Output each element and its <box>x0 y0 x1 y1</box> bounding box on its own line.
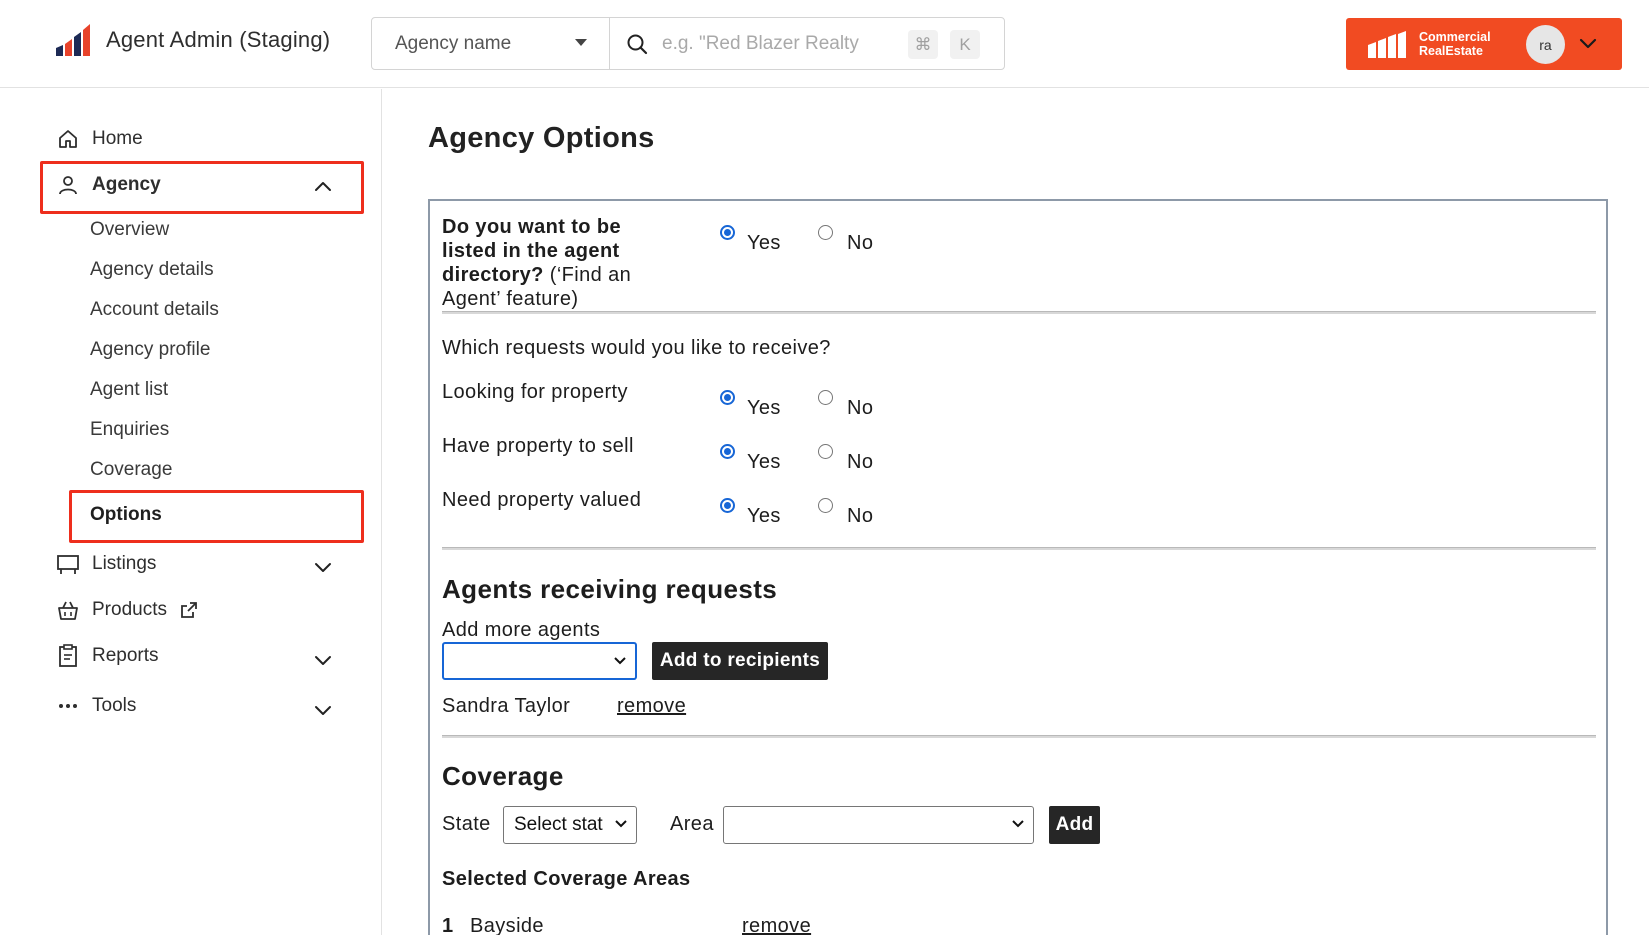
request-label-valued: Need property valued <box>442 489 642 511</box>
options-form-panel: Do you want to be listed in the agent di… <box>428 199 1608 935</box>
valued-yes-label: Yes <box>747 505 781 527</box>
area-select[interactable] <box>723 806 1034 844</box>
chevron-down-icon <box>614 657 626 665</box>
bar-chart-logo-icon <box>56 24 90 56</box>
command-key-hint: ⌘ <box>908 30 938 59</box>
looking-yes-radio[interactable] <box>720 390 735 405</box>
sidebar-item-tools[interactable]: Tools <box>56 694 136 718</box>
brand[interactable]: Agent Admin (Staging) <box>56 24 330 56</box>
recipient-name: Sandra Taylor <box>442 695 571 717</box>
top-bar: Agent Admin (Staging) Agency name ⌘ K Co… <box>0 0 1649 88</box>
billboard-icon <box>56 552 80 576</box>
chevron-down-icon[interactable] <box>314 703 332 717</box>
looking-no-radio[interactable] <box>818 390 833 405</box>
chevron-down-icon <box>615 820 627 828</box>
looking-no-label: No <box>847 397 874 419</box>
k-key-hint: K <box>950 30 980 59</box>
sidebar-subitem-enquiries[interactable]: Enquiries <box>90 419 169 441</box>
sidebar-item-label: Listings <box>92 553 157 574</box>
external-link-icon <box>181 602 197 618</box>
sidebar-item-label: Tools <box>92 695 137 716</box>
commercial-realestate-logo-icon <box>1368 31 1406 58</box>
sidebar-item-home[interactable]: Home <box>56 127 143 151</box>
directory-no-radio[interactable] <box>818 225 833 240</box>
sidebar-item-agency[interactable]: Agency <box>56 173 161 197</box>
app-title: Agent Admin (Staging) <box>106 27 331 52</box>
divider <box>442 311 1596 314</box>
caret-down-icon <box>575 39 587 46</box>
directory-no-label: No <box>847 232 874 254</box>
sidebar-subitem-overview[interactable]: Overview <box>90 219 169 241</box>
search-area: ⌘ K <box>610 18 1004 69</box>
remove-coverage-area-link[interactable]: remove <box>742 915 811 935</box>
request-label-sell: Have property to sell <box>442 435 634 457</box>
request-label-looking: Looking for property <box>442 381 628 403</box>
divider <box>442 735 1596 738</box>
home-icon <box>56 127 80 151</box>
add-coverage-button[interactable]: Add <box>1049 806 1100 844</box>
agency-select-value: Agency name <box>395 32 512 54</box>
selected-coverage-heading: Selected Coverage Areas <box>442 868 691 890</box>
avatar: ra <box>1526 25 1565 64</box>
sidebar-subitem-agency-details[interactable]: Agency details <box>90 259 214 281</box>
coverage-area-name: Bayside <box>470 915 544 935</box>
sell-no-radio[interactable] <box>818 444 833 459</box>
looking-yes-label: Yes <box>747 397 781 419</box>
more-dots-icon <box>56 694 80 718</box>
chevron-down-icon[interactable] <box>314 560 332 574</box>
directory-yes-radio[interactable] <box>720 225 735 240</box>
search-icon <box>627 34 648 54</box>
state-select-value: Select stat <box>514 814 603 835</box>
brand-wordmark: Commercial RealEstate <box>1419 30 1491 58</box>
requests-intro: Which requests would you like to receive… <box>442 337 831 359</box>
sidebar-subitem-agent-list[interactable]: Agent list <box>90 379 168 401</box>
remove-recipient-link[interactable]: remove <box>617 695 686 718</box>
sidebar-item-label: Reports <box>92 645 159 666</box>
sell-yes-radio[interactable] <box>720 444 735 459</box>
agency-name-select[interactable]: Agency name <box>372 18 610 69</box>
page-title: Agency Options <box>428 122 655 154</box>
valued-yes-radio[interactable] <box>720 498 735 513</box>
sidebar-item-label: Home <box>92 128 143 149</box>
coverage-area-index: 1 <box>442 915 454 935</box>
state-select[interactable]: Select stat <box>503 806 637 844</box>
chevron-down-icon <box>1012 820 1024 828</box>
sidebar-item-reports[interactable]: Reports <box>56 644 159 668</box>
report-icon <box>56 644 80 668</box>
sidebar-subitem-options[interactable]: Options <box>90 504 162 526</box>
agents-heading: Agents receiving requests <box>442 574 778 604</box>
sidebar: Home Agency Overview Agency details Acco… <box>0 89 382 935</box>
divider <box>442 547 1596 550</box>
sidebar-subitem-agency-profile[interactable]: Agency profile <box>90 339 210 361</box>
valued-no-radio[interactable] <box>818 498 833 513</box>
sidebar-item-products[interactable]: Products <box>56 598 199 622</box>
sidebar-item-label: Products <box>92 599 167 620</box>
chevron-down-icon[interactable] <box>314 653 332 667</box>
account-menu-button[interactable]: Commercial RealEstate ra <box>1346 18 1622 70</box>
brand-line-1: Commercial <box>1419 30 1491 44</box>
basket-icon <box>56 598 80 622</box>
add-to-recipients-button[interactable]: Add to recipients <box>652 642 828 680</box>
state-label: State <box>442 813 491 835</box>
agent-select[interactable] <box>442 642 637 680</box>
search-input[interactable] <box>662 32 912 55</box>
coverage-heading: Coverage <box>442 761 564 791</box>
brand-line-2: RealEstate <box>1419 44 1483 58</box>
sell-yes-label: Yes <box>747 451 781 473</box>
chevron-up-icon[interactable] <box>314 179 332 193</box>
user-icon <box>56 173 80 197</box>
directory-question: Do you want to be listed in the agent di… <box>442 215 672 311</box>
sidebar-item-label: Agency <box>92 174 161 195</box>
directory-yes-label: Yes <box>747 232 781 254</box>
chevron-down-icon <box>1579 38 1597 49</box>
search-bar: Agency name ⌘ K <box>371 17 1005 70</box>
sell-no-label: No <box>847 451 874 473</box>
sidebar-subitem-coverage[interactable]: Coverage <box>90 459 172 481</box>
add-agents-label: Add more agents <box>442 619 601 641</box>
area-label: Area <box>670 813 714 835</box>
valued-no-label: No <box>847 505 874 527</box>
sidebar-subitem-account-details[interactable]: Account details <box>90 299 219 321</box>
sidebar-item-listings[interactable]: Listings <box>56 552 156 576</box>
